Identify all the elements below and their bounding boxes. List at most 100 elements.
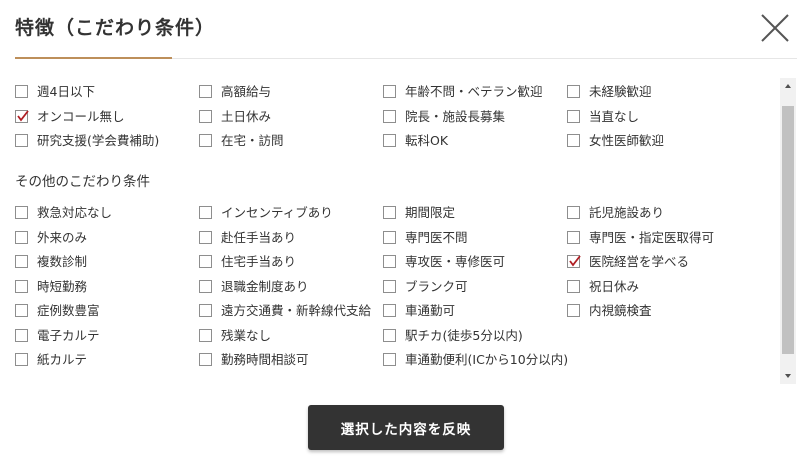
- checkbox-label: 医院経営を学べる: [589, 254, 690, 269]
- checkbox[interactable]: [15, 255, 28, 268]
- checkbox-label: 院長・施設長募集: [405, 108, 506, 124]
- header-accent-bar: [15, 57, 172, 59]
- checkbox-label: 年齢不問・ベテラン歓迎: [405, 84, 543, 99]
- checkbox-label: 救急対応なし: [37, 205, 113, 220]
- checkbox[interactable]: [383, 353, 396, 366]
- checkbox-row: 紙カルテ 勤務時間相談可 車通勤便利(ICから10分以内): [0, 350, 780, 370]
- checkbox[interactable]: [383, 255, 396, 268]
- options-scroll-area: 週4日以下 高額給与 年齢不問・ベテラン歓迎 未経験歓迎オンコール無し 土日休み 院長・施…: [0, 78, 796, 384]
- modal-title: 特徴（こだわり条件）: [15, 17, 216, 39]
- scrollbar-thumb[interactable]: [782, 106, 794, 354]
- check-mark-icon: [17, 109, 29, 121]
- checkbox-row: 週4日以下 高額給与 年齢不問・ベテラン歓迎 未経験歓迎: [0, 82, 780, 102]
- check-mark-icon: [569, 255, 581, 267]
- checkbox[interactable]: [383, 206, 396, 219]
- checkbox-row: 複数診制 住宅手当あり 専攻医・専修医可 医院経営を学べる: [0, 252, 780, 272]
- scroll-down-button[interactable]: [780, 368, 796, 384]
- scroll-up-button[interactable]: [780, 78, 796, 94]
- checkbox[interactable]: [567, 109, 580, 123]
- checkbox[interactable]: [567, 85, 580, 98]
- checkbox-label: 勤務時間相談可: [221, 352, 309, 367]
- checkbox-label: 車通勤便利(ICから10分以内): [405, 352, 569, 367]
- checkbox[interactable]: [199, 134, 212, 147]
- scroll-up-arrow-icon: [785, 84, 791, 88]
- checkbox[interactable]: [383, 304, 396, 317]
- checkbox[interactable]: [199, 304, 212, 317]
- other-conditions-heading: その他のこだわり条件: [15, 174, 150, 190]
- checkbox-label: 未経験歓迎: [589, 84, 652, 99]
- checkbox-row: 電子カルテ 残業なし 駅チカ(徒歩5分以内): [0, 326, 780, 346]
- checkbox-label: 紙カルテ: [37, 352, 88, 367]
- checkbox-label: 託児施設あり: [589, 205, 665, 220]
- checkbox[interactable]: [199, 255, 212, 268]
- checkbox-label: インセンティブあり: [221, 205, 333, 220]
- checkbox-label: 遠方交通費・新幹線代支給: [221, 303, 372, 318]
- checkbox[interactable]: [383, 230, 396, 244]
- checkbox[interactable]: [567, 206, 580, 219]
- checkbox[interactable]: [199, 109, 212, 123]
- scroll-down-arrow-icon: [785, 374, 791, 378]
- checkbox-label: 女性医師歓迎: [589, 133, 665, 148]
- checkbox[interactable]: [199, 353, 212, 366]
- checkbox-label: 専門医・指定医取得可: [589, 229, 715, 245]
- checkbox[interactable]: [199, 85, 212, 98]
- checkbox-label: 在宅・訪問: [221, 133, 284, 148]
- checkbox[interactable]: [567, 304, 580, 317]
- checkbox-label: 土日休み: [221, 108, 272, 124]
- checkbox[interactable]: [567, 279, 580, 293]
- checkbox-row: 救急対応なし インセンティブあり 期間限定 託児施設あり: [0, 203, 780, 223]
- checkbox-label: オンコール無し: [37, 108, 125, 124]
- checkbox-label: 車通勤可: [405, 303, 456, 318]
- checkbox[interactable]: [15, 279, 28, 293]
- checkbox[interactable]: [383, 109, 396, 123]
- checkbox[interactable]: [15, 134, 28, 147]
- checkbox[interactable]: [199, 279, 212, 293]
- checkbox-row: 研究支援(学会費補助) 在宅・訪問 転科OK 女性医師歓迎: [0, 131, 780, 151]
- checkbox-label: 時短勤務: [37, 278, 88, 294]
- checkbox-checked[interactable]: [567, 255, 581, 268]
- checkbox-label: 週4日以下: [37, 84, 95, 99]
- checkbox[interactable]: [383, 279, 396, 293]
- checkbox-label: 転科OK: [405, 133, 449, 148]
- scrollbar[interactable]: [780, 78, 796, 384]
- checkbox[interactable]: [383, 134, 396, 147]
- checkbox-label: 祝日休み: [589, 278, 640, 294]
- apply-selection-button[interactable]: 選択した内容を反映: [308, 405, 504, 450]
- checkbox[interactable]: [199, 230, 212, 244]
- checkbox[interactable]: [567, 230, 580, 244]
- checkbox-label: 専攻医・専修医可: [405, 254, 506, 269]
- checkbox-label: 複数診制: [37, 254, 88, 269]
- checkbox-label: 専門医不問: [405, 229, 468, 245]
- checkbox-label: 高額給与: [221, 84, 272, 99]
- checkbox-label: 研究支援(学会費補助): [37, 133, 160, 148]
- checkbox[interactable]: [383, 328, 396, 342]
- checkbox-label: 期間限定: [405, 205, 456, 220]
- checkbox-label: 内視鏡検査: [589, 303, 652, 318]
- checkbox-label: 当直なし: [589, 108, 640, 124]
- checkbox[interactable]: [199, 328, 212, 342]
- checkbox-checked[interactable]: [15, 109, 29, 123]
- checkbox-label: 赴任手当あり: [221, 229, 297, 245]
- checkbox[interactable]: [15, 206, 28, 219]
- checkbox-label: 駅チカ(徒歩5分以内): [405, 327, 523, 343]
- checkbox-label: 電子カルテ: [37, 327, 100, 343]
- checkbox-label: 症例数豊富: [37, 303, 100, 318]
- features-modal: 特徴（こだわり条件） 週4日以下 高額給与 年齢不問・ベテラン歓迎 未経験歓迎オンコー…: [0, 0, 812, 468]
- checkbox[interactable]: [15, 304, 28, 317]
- checkbox-label: 残業なし: [221, 327, 272, 343]
- checkbox[interactable]: [199, 206, 212, 219]
- checkbox-label: 外来のみ: [37, 229, 88, 245]
- close-x-icon: [761, 14, 789, 42]
- checkbox-label: ブランク可: [405, 278, 468, 294]
- checkbox[interactable]: [567, 134, 580, 147]
- checkbox[interactable]: [15, 230, 28, 244]
- checkbox[interactable]: [15, 85, 28, 98]
- checkbox-row: 外来のみ 赴任手当あり 専門医不問 専門医・指定医取得可: [0, 228, 780, 248]
- checkbox[interactable]: [15, 328, 28, 342]
- close-button[interactable]: [760, 12, 790, 44]
- checkbox-label: 住宅手当あり: [221, 254, 297, 269]
- checkbox-row: 症例数豊富 遠方交通費・新幹線代支給 車通勤可 内視鏡検査: [0, 301, 780, 321]
- checkbox[interactable]: [383, 85, 396, 98]
- checkbox-row: 時短勤務 退職金制度あり ブランク可 祝日休み: [0, 277, 780, 297]
- checkbox[interactable]: [15, 353, 28, 366]
